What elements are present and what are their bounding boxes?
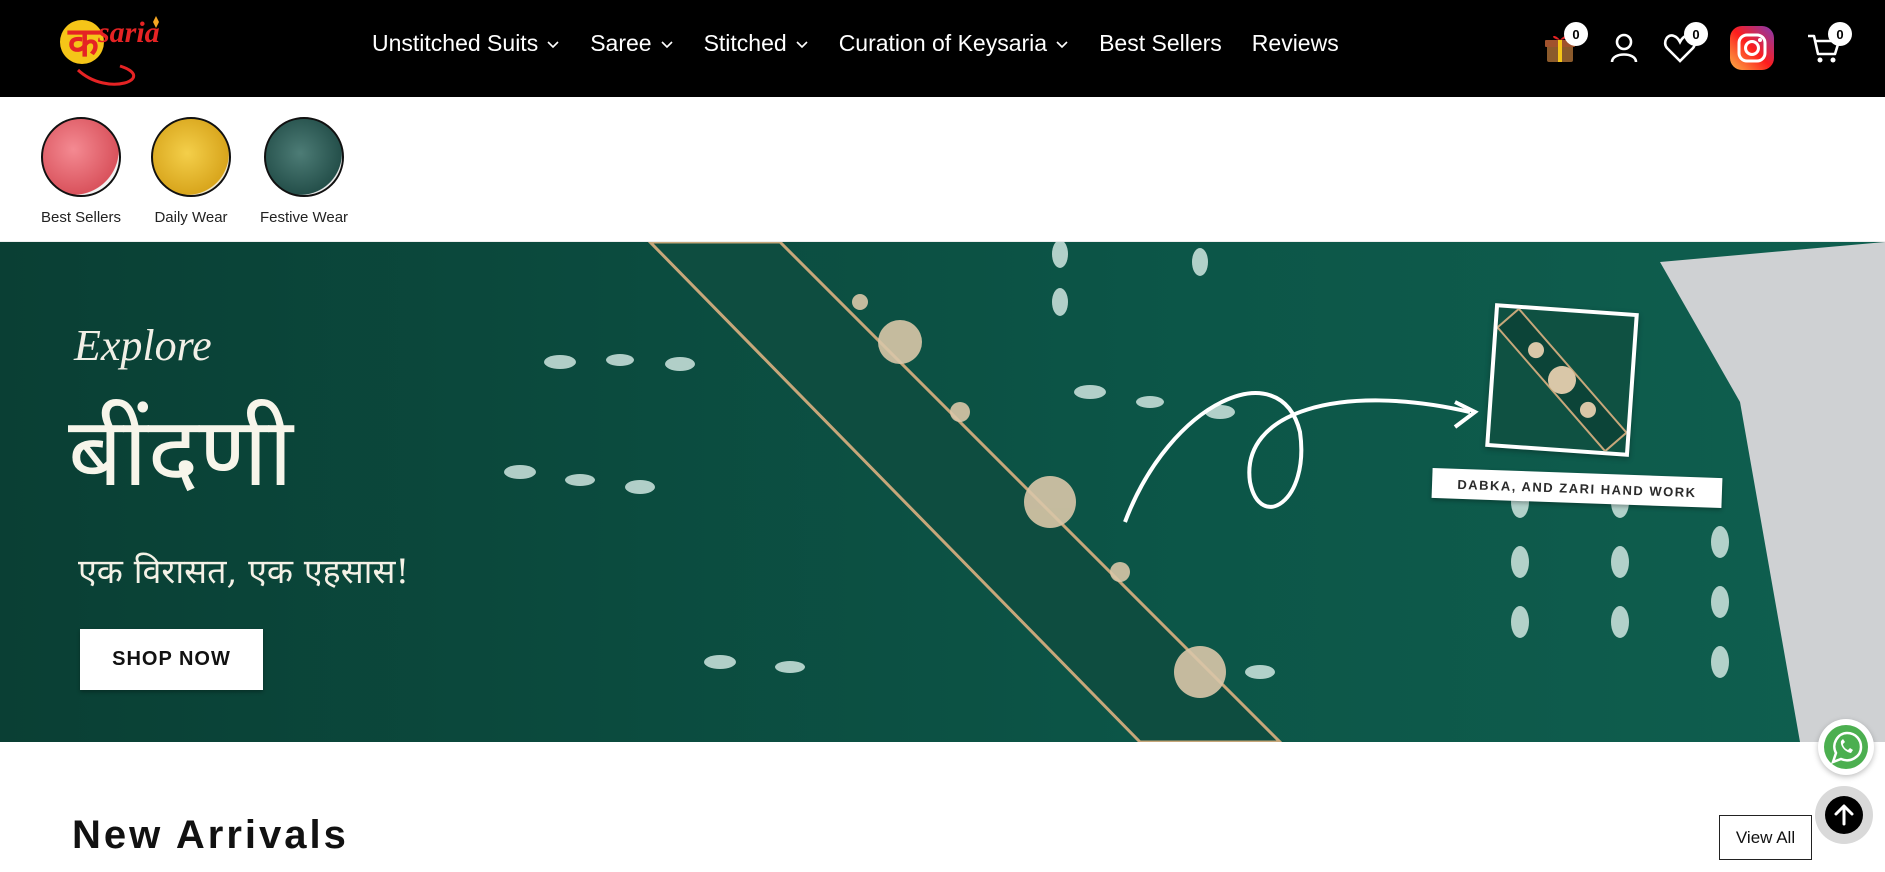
wishlist-count-badge: 0 <box>1684 22 1708 46</box>
new-arrivals-title: New Arrivals <box>72 813 349 857</box>
nav-curation[interactable]: Curation of Keysaria <box>839 30 1069 57</box>
wishlist-button[interactable]: 0 <box>1660 22 1708 72</box>
cart-button[interactable]: 0 <box>1804 22 1852 72</box>
nav-label: Curation of Keysaria <box>838 30 1048 56</box>
banner-explore-text: Explore <box>74 321 212 370</box>
category-image <box>264 117 344 197</box>
nav-saree[interactable]: Saree <box>590 30 673 57</box>
shop-now-button[interactable]: SHOP NOW <box>80 629 263 690</box>
nav-label: Best Sellers <box>1099 30 1222 56</box>
banner-inset-image <box>1485 303 1639 457</box>
category-label: Daily Wear <box>154 209 228 226</box>
nav-reviews[interactable]: Reviews <box>1252 30 1339 57</box>
chevron-down-icon <box>660 37 674 51</box>
account-button[interactable] <box>1604 28 1648 72</box>
view-all-button[interactable]: View All <box>1719 815 1812 860</box>
gift-button[interactable]: 0 <box>1540 22 1588 72</box>
main-nav: Unstitched Suits Saree Stitched Curation… <box>372 30 1369 57</box>
category-festive-wear[interactable]: Festive Wear <box>254 117 354 226</box>
arrow-up-icon <box>1825 796 1863 834</box>
category-image <box>41 117 121 197</box>
nav-best-sellers[interactable]: Best Sellers <box>1099 30 1222 57</box>
category-label: Best Sellers <box>40 209 122 226</box>
scroll-to-top-button[interactable] <box>1815 786 1873 844</box>
chevron-down-icon <box>1055 37 1069 51</box>
nav-label: Saree <box>590 30 652 56</box>
category-image <box>151 117 231 197</box>
category-label: Festive Wear <box>259 209 349 226</box>
logo-text: saria <box>98 16 160 49</box>
brand-logo[interactable]: क saria <box>48 8 168 88</box>
whatsapp-icon <box>1824 725 1868 769</box>
gift-count-badge: 0 <box>1564 22 1588 46</box>
chevron-down-icon <box>795 37 809 51</box>
nav-label: Stitched <box>703 30 787 56</box>
svg-text:क: क <box>67 19 100 66</box>
chevron-down-icon <box>546 37 560 51</box>
nav-stitched[interactable]: Stitched <box>704 30 809 57</box>
instagram-icon <box>1730 26 1774 70</box>
cart-count-badge: 0 <box>1828 22 1852 46</box>
instagram-link[interactable] <box>1728 24 1776 72</box>
nav-label: Reviews <box>1251 30 1339 56</box>
site-header: क saria Unstitched Suits Saree Stitched … <box>0 0 1885 97</box>
hero-banner[interactable]: Explore बींदणी एक विरासत, एक एहसास! SHOP… <box>0 242 1885 742</box>
nav-label: Unstitched Suits <box>372 30 539 56</box>
banner-subtitle: एक विरासत, एक एहसास! <box>78 552 410 592</box>
category-daily-wear[interactable]: Daily Wear <box>141 117 241 226</box>
user-icon <box>1610 33 1638 63</box>
category-strip: Best Sellers Daily Wear Festive Wear <box>0 97 1885 242</box>
category-best-sellers[interactable]: Best Sellers <box>31 117 131 226</box>
whatsapp-button[interactable] <box>1818 719 1874 775</box>
banner-title: बींदणी <box>68 396 293 508</box>
nav-unstitched-suits[interactable]: Unstitched Suits <box>372 30 560 57</box>
